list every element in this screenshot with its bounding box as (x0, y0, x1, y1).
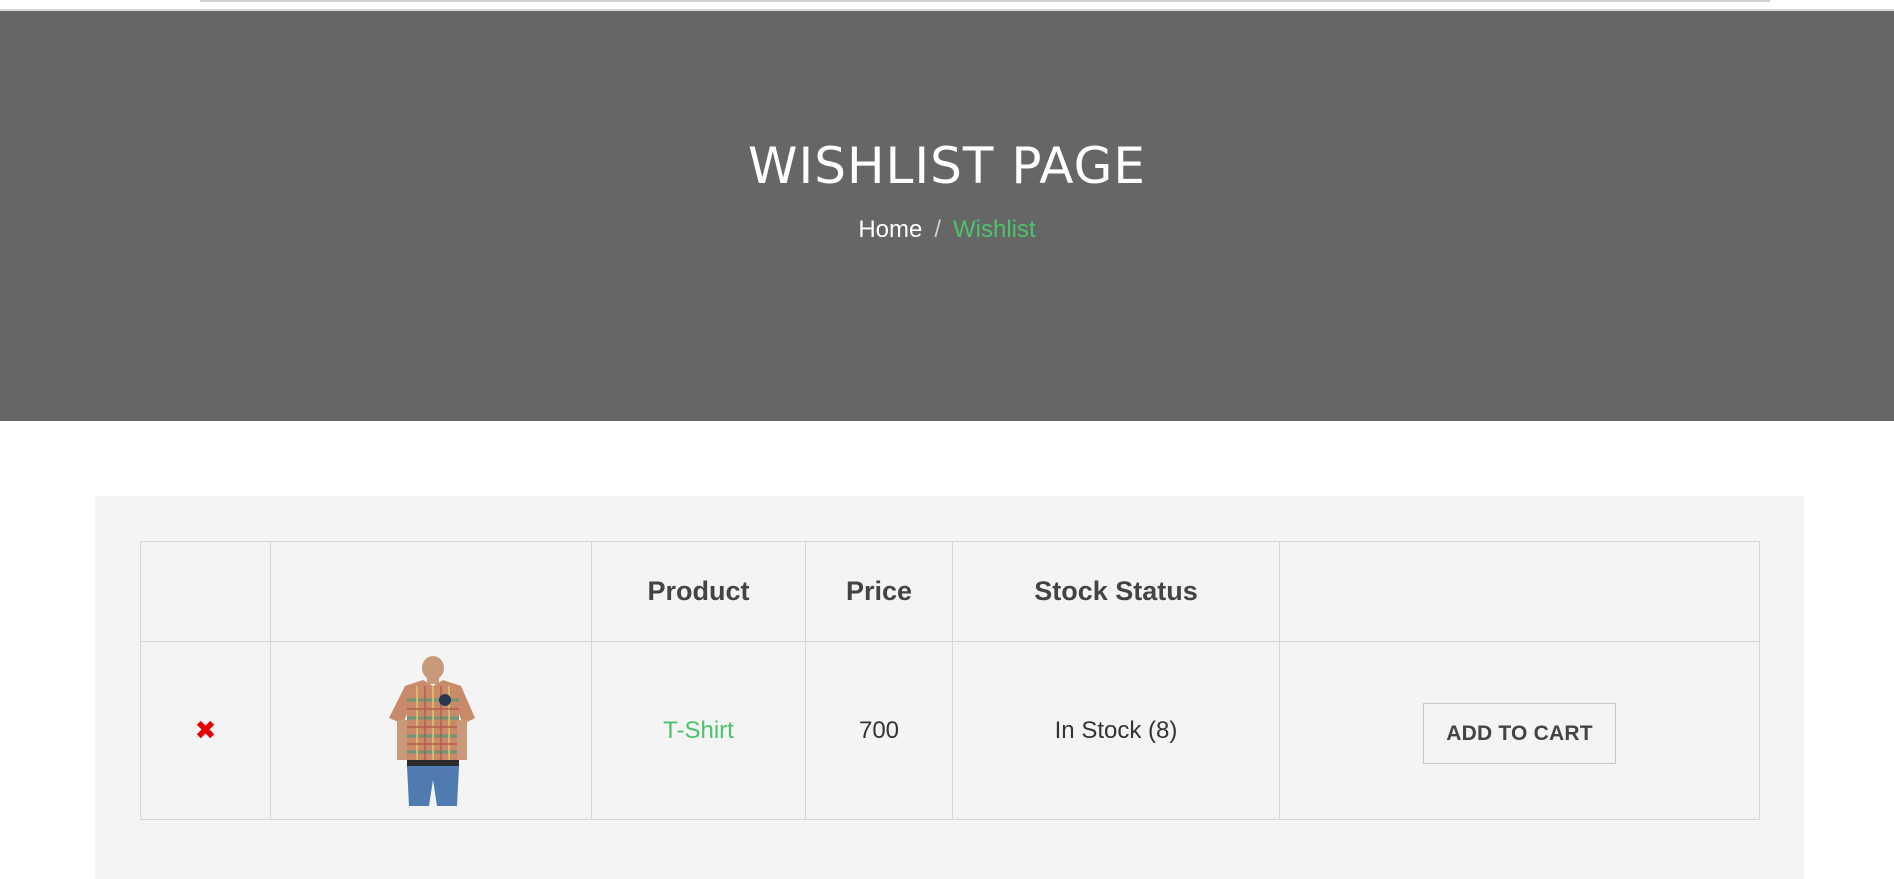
table-row: ✖ T-Shirt 700 In Stock (8) ADD TO CART (140, 641, 1760, 820)
breadcrumb: Home / Wishlist (0, 218, 1894, 242)
close-icon[interactable]: ✖ (195, 715, 217, 745)
product-link[interactable]: T-Shirt (663, 717, 734, 744)
header-remove (140, 541, 271, 642)
action-cell: ADD TO CART (1279, 641, 1760, 820)
page-title: WISHLIST PAGE (748, 137, 1146, 195)
breadcrumb-separator: / (934, 216, 942, 243)
header-product: Product (591, 541, 806, 642)
table-header-row: Product Price Stock Status (140, 541, 1760, 642)
add-to-cart-button[interactable]: ADD TO CART (1423, 703, 1616, 764)
breadcrumb-current: Wishlist (953, 216, 1036, 243)
top-navigation-strip (0, 0, 1894, 11)
header-price: Price (805, 541, 953, 642)
header-stock-status: Stock Status (952, 541, 1280, 642)
thumbnail-cell (270, 641, 592, 820)
product-cell: T-Shirt (591, 641, 806, 820)
wishlist-table: Product Price Stock Status ✖ T-Shirt 700… (140, 541, 1760, 820)
breadcrumb-home-link[interactable]: Home (858, 216, 922, 243)
top-divider (200, 0, 1770, 2)
tshirt-product-image[interactable] (383, 655, 479, 806)
page-banner: WISHLIST PAGE Home / Wishlist (0, 11, 1894, 421)
header-thumbnail (270, 541, 592, 642)
stock-status-cell: In Stock (8) (952, 641, 1280, 820)
price-cell: 700 (805, 641, 953, 820)
wishlist-panel: Product Price Stock Status ✖ T-Shirt 700… (95, 496, 1804, 879)
header-action (1279, 541, 1760, 642)
remove-cell: ✖ (140, 641, 271, 820)
